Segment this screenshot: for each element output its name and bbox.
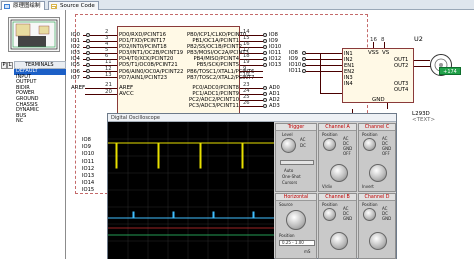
trigger-level-knob[interactable] (281, 138, 296, 153)
horizontal-source-label: Source (279, 202, 293, 207)
channel-a-off: OFF (343, 151, 351, 156)
net-terminal (263, 63, 267, 67)
channel-b-gnd: GND (343, 216, 353, 221)
l293-input-nets: IO8 IO9 IO10 IO11 (289, 50, 302, 75)
trigger-dc-label: DC (300, 143, 306, 148)
channel-c-off: OFF (382, 151, 390, 156)
channel-c-position-knob[interactable] (363, 138, 376, 151)
net-terminal (263, 104, 267, 108)
terminals-list: DEFAULT INPUT OUTPUT BIDIR POWER GROUND … (14, 68, 66, 125)
tab-source-code-label: Source Code (60, 3, 95, 9)
port-d-pin-names: PD0/RXD/PCINT16 PD1/TXD/PCINT17 PD2/INT0/P… (119, 32, 184, 81)
overview-thumbnail[interactable] (8, 17, 60, 52)
net-terminal (263, 45, 267, 49)
channel-d-volts-knob[interactable] (369, 232, 387, 250)
port-c-pin-names: PC0/ADC0/PCINT8 PC1/ADC1/PCINT9 PC2/ADC2/P… (189, 85, 239, 110)
channel-b-header: Channel B (319, 194, 356, 201)
list-item[interactable]: NC (14, 119, 66, 125)
net-terminal (263, 92, 267, 96)
channel-a-vdiv-label: V/div (322, 184, 333, 189)
channel-d-position-knob[interactable] (363, 208, 376, 221)
oscilloscope-window[interactable]: Digital Oscilloscope IO8 IO9 IO10 IO11 IO12 I… (82, 113, 397, 259)
aref-pin-number: 21 (105, 82, 112, 88)
channel-b-position-label: Position (322, 202, 338, 207)
port-d-pin-numbers: 2 3 4 5 6 11 12 13 (105, 29, 112, 78)
overview-preview-image (10, 19, 58, 50)
library-button[interactable]: L (7, 62, 13, 69)
port-c-pin-numbers: 23 24 25 26 (243, 82, 250, 107)
channel-a-position-knob[interactable] (323, 138, 336, 151)
horizontal-position-field[interactable]: 0.25 - 1.00 (279, 240, 315, 246)
vs-label: VS (382, 50, 390, 56)
horizontal-header: Horizontal (276, 194, 316, 201)
pick-devices-label: P (2, 62, 6, 68)
avcc-pin-number: 20 (105, 89, 112, 95)
trigger-level-label: Level (282, 132, 293, 137)
net-terminal (263, 86, 267, 90)
channel-a-panel: Channel A Position AC DC GND OFF V/div (318, 123, 357, 192)
channel-a-header: Channel A (319, 124, 356, 131)
trigger-auto-label: Auto (284, 168, 294, 173)
channel-c-position-label: Position (362, 132, 378, 137)
l293-ref: U2 (414, 35, 423, 43)
port-b-pin-numbers: 14 15 16 17 18 19 9 10 (243, 29, 250, 78)
trigger-ac-label: AC (300, 137, 306, 142)
horizontal-ms-label: mS (304, 249, 311, 254)
trigger-header: Trigger (276, 124, 316, 131)
trigger-panel: Trigger Level AC DC Auto One-Shot Cursor… (275, 123, 317, 192)
net-terminal (263, 33, 267, 37)
horizontal-timebase-knob[interactable] (286, 210, 306, 230)
motor-speed-value: +174 (443, 69, 457, 75)
aref-net-label: AREF (71, 85, 86, 91)
l293-text-label: <TEXT> (412, 117, 436, 123)
library-label: L (8, 62, 12, 68)
tab-source-code[interactable]: Source Code (48, 1, 99, 10)
net-terminal (263, 51, 267, 55)
source-code-icon (51, 4, 57, 9)
net-terminal (263, 57, 267, 61)
one-shot-label: One-Shot (282, 174, 301, 179)
oscilloscope-title: Digital Oscilloscope (111, 115, 160, 121)
net-terminal (263, 39, 267, 43)
channel-d-panel: Channel D Position AC DC GND (358, 193, 396, 259)
channel-b-volts-knob[interactable] (330, 232, 348, 250)
channel-c-header: Channel C (359, 124, 395, 131)
horizontal-position-label: Position (279, 233, 295, 238)
motor-speed-badge: +174 (439, 67, 461, 75)
schematic-icon (4, 4, 10, 9)
channel-d-gnd: GND (382, 216, 392, 221)
cursors-label: Cursors (282, 180, 298, 185)
l293-output-labels: OUT1 OUT2 OUT3 OUT4 (394, 57, 409, 94)
vss-label: VSS (368, 50, 379, 56)
oscilloscope-channel-labels: IO8 IO9 IO10 IO11 IO12 IO13 IO14 IO15 (82, 137, 95, 194)
net-terminal (263, 98, 267, 102)
left-io-labels: IO0 IO1 IO2 IO3 IO4 IO5 IO6 IO7 (71, 32, 80, 81)
horizontal-panel: Horizontal Source Position 0.25 - 1.00 m… (275, 193, 317, 259)
channel-d-header: Channel D (359, 194, 395, 201)
channel-d-position-label: Position (362, 202, 378, 207)
trigger-source-button[interactable] (280, 160, 314, 165)
channel-c-panel: Channel C Position AC DC GND OFF Invert (358, 123, 396, 192)
channel-c-volts-knob[interactable] (369, 164, 387, 182)
tab-schematic[interactable]: 原理图绘制 (1, 1, 45, 10)
channel-a-volts-knob[interactable] (330, 164, 348, 182)
port-b-pin-names: PB0/ICP1/CLKO/PCINT0 PB1/OC1A/PCINT1 PB2/S… (187, 32, 255, 81)
gnd-label: GND (372, 97, 385, 103)
channel-b-panel: Channel B Position AC DC GND (318, 193, 357, 259)
horizontal-position-value: 0.25 - 1.00 (282, 240, 304, 245)
right-ad-labels: AD0 AD1 AD2 AD3 (269, 85, 280, 110)
channel-a-position-label: Position (322, 132, 338, 137)
oscilloscope-waveforms (108, 122, 274, 259)
channel-b-position-knob[interactable] (323, 208, 336, 221)
avcc-pin-label: AVCC (119, 91, 134, 97)
l293-input-labels: IN1 IN2 EN1 EN2 IN3 IN4 (344, 51, 355, 88)
channel-c-invert-label: Invert (362, 184, 374, 189)
oscilloscope-screen (108, 122, 274, 259)
oscilloscope-title-bar: Digital Oscilloscope (108, 114, 396, 122)
right-io-labels: IO8 IO9 IO10 IO11 IO12 IO13 (269, 32, 282, 69)
tab-schematic-label: 原理图绘制 (13, 3, 41, 9)
document-tab-bar: 原理图绘制 Source Code (0, 0, 474, 10)
